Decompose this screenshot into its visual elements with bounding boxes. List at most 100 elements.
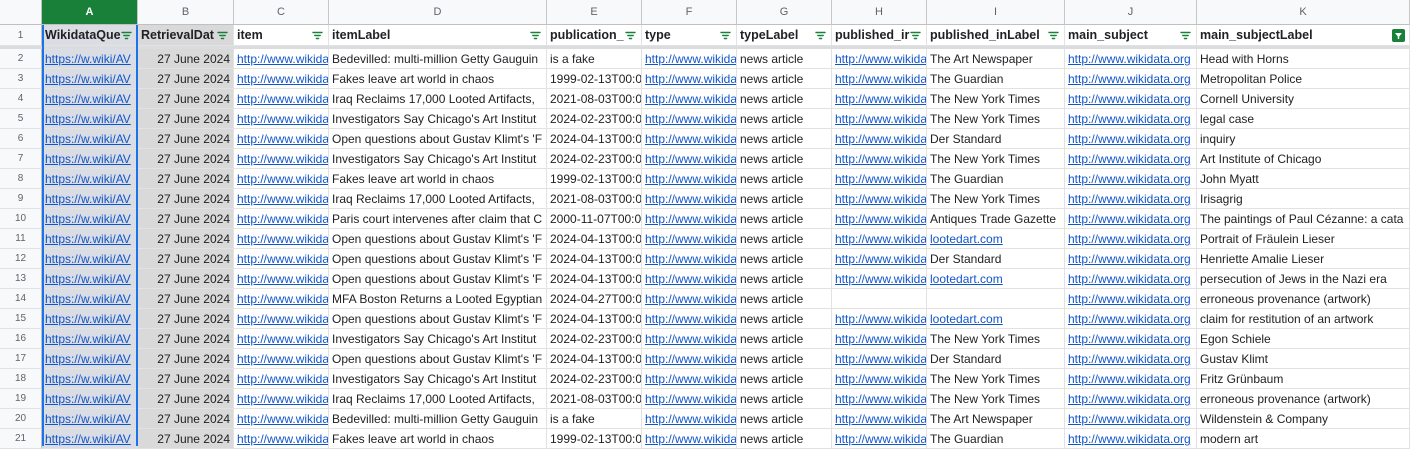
row-number[interactable]: 17 [0, 349, 42, 369]
column-letter-j[interactable]: J [1065, 0, 1197, 25]
cell-b[interactable]: 27 June 2024 [138, 429, 234, 449]
cell-g[interactable]: news article [737, 149, 832, 169]
cell-g[interactable]: news article [737, 189, 832, 209]
cell-h[interactable]: http://www.wikida [832, 89, 927, 109]
cell-h[interactable]: http://www.wikida [832, 389, 927, 409]
cell-j[interactable]: http://www.wikidata.org [1065, 309, 1197, 329]
cell-h[interactable]: http://www.wikida [832, 209, 927, 229]
cell-d[interactable]: Open questions about Gustav Klimt's 'F [329, 349, 547, 369]
cell-a[interactable]: https://w.wiki/AV [42, 409, 138, 429]
cell-g[interactable]: news article [737, 369, 832, 389]
cell-e[interactable]: 2024-04-13T00:0 [547, 309, 642, 329]
cell-i[interactable]: The New York Times [927, 369, 1065, 389]
cell-k[interactable]: Art Institute of Chicago [1197, 149, 1410, 169]
header-cell-i[interactable]: published_inLabel [927, 25, 1065, 46]
cell-link[interactable]: http://www.wikida [237, 132, 328, 146]
cell-link[interactable]: http://www.wikidata.org [1068, 52, 1191, 66]
cell-k[interactable]: The paintings of Paul Cézanne: a cata [1197, 209, 1410, 229]
cell-i[interactable]: The Guardian [927, 69, 1065, 89]
cell-c[interactable]: http://www.wikida [234, 269, 329, 289]
cell-k[interactable]: Irisagrig [1197, 189, 1410, 209]
column-letter-b[interactable]: B [138, 0, 234, 25]
cell-a[interactable]: https://w.wiki/AV [42, 109, 138, 129]
filter-icon[interactable] [529, 29, 542, 42]
cell-link[interactable]: http://www.wikida [645, 292, 736, 306]
row-number[interactable]: 19 [0, 389, 42, 409]
cell-d[interactable]: Investigators Say Chicago's Art Institut [329, 109, 547, 129]
row-number[interactable]: 5 [0, 109, 42, 129]
cell-link[interactable]: http://www.wikida [237, 172, 328, 186]
cell-link[interactable]: http://www.wikidata.org [1068, 252, 1191, 266]
filter-icon[interactable] [624, 29, 637, 42]
cell-k[interactable]: modern art [1197, 429, 1410, 449]
cell-b[interactable]: 27 June 2024 [138, 269, 234, 289]
cell-link[interactable]: http://www.wikidata.org [1068, 92, 1191, 106]
cell-f[interactable]: http://www.wikida [642, 309, 737, 329]
cell-h[interactable] [832, 289, 927, 309]
select-all-corner[interactable] [0, 0, 42, 25]
header-cell-j[interactable]: main_subject [1065, 25, 1197, 46]
cell-b[interactable]: 27 June 2024 [138, 209, 234, 229]
cell-link[interactable]: http://www.wikida [645, 232, 736, 246]
cell-f[interactable]: http://www.wikida [642, 149, 737, 169]
header-cell-b[interactable]: RetrievalDat [138, 25, 234, 46]
cell-b[interactable]: 27 June 2024 [138, 189, 234, 209]
cell-f[interactable]: http://www.wikida [642, 329, 737, 349]
cell-b[interactable]: 27 June 2024 [138, 409, 234, 429]
cell-f[interactable]: http://www.wikida [642, 109, 737, 129]
cell-k[interactable]: Egon Schiele [1197, 329, 1410, 349]
cell-link[interactable]: http://www.wikida [237, 212, 328, 226]
cell-j[interactable]: http://www.wikidata.org [1065, 169, 1197, 189]
header-cell-h[interactable]: published_ir [832, 25, 927, 46]
cell-b[interactable]: 27 June 2024 [138, 389, 234, 409]
cell-a[interactable]: https://w.wiki/AV [42, 129, 138, 149]
cell-i[interactable]: The New York Times [927, 89, 1065, 109]
cell-g[interactable]: news article [737, 289, 832, 309]
cell-j[interactable]: http://www.wikidata.org [1065, 369, 1197, 389]
cell-link[interactable]: http://www.wikida [645, 312, 736, 326]
cell-link[interactable]: https://w.wiki/AV [45, 92, 131, 106]
cell-link[interactable]: http://www.wikida [237, 392, 328, 406]
cell-i[interactable]: lootedart.com [927, 309, 1065, 329]
filter-icon[interactable] [120, 29, 133, 42]
cell-d[interactable]: Investigators Say Chicago's Art Institut [329, 329, 547, 349]
cell-i[interactable]: Antiques Trade Gazette [927, 209, 1065, 229]
cell-c[interactable]: http://www.wikida [234, 369, 329, 389]
filter-icon[interactable] [814, 29, 827, 42]
cell-c[interactable]: http://www.wikida [234, 209, 329, 229]
cell-d[interactable]: MFA Boston Returns a Looted Egyptian [329, 289, 547, 309]
cell-e[interactable]: 2021-08-03T00:0 [547, 389, 642, 409]
cell-g[interactable]: news article [737, 349, 832, 369]
cell-b[interactable]: 27 June 2024 [138, 369, 234, 389]
cell-link[interactable]: http://www.wikida [237, 292, 328, 306]
cell-b[interactable]: 27 June 2024 [138, 329, 234, 349]
row-number[interactable]: 9 [0, 189, 42, 209]
cell-i[interactable]: The Art Newspaper [927, 409, 1065, 429]
cell-g[interactable]: news article [737, 249, 832, 269]
cell-i[interactable]: lootedart.com [927, 269, 1065, 289]
cell-f[interactable]: http://www.wikida [642, 169, 737, 189]
cell-link[interactable]: http://www.wikida [645, 272, 736, 286]
cell-d[interactable]: Paris court intervenes after claim that … [329, 209, 547, 229]
cell-link[interactable]: http://www.wikida [835, 412, 926, 426]
cell-link[interactable]: https://w.wiki/AV [45, 352, 131, 366]
cell-c[interactable]: http://www.wikida [234, 249, 329, 269]
cell-link[interactable]: https://w.wiki/AV [45, 432, 131, 446]
cell-j[interactable]: http://www.wikidata.org [1065, 329, 1197, 349]
cell-link[interactable]: https://w.wiki/AV [45, 392, 131, 406]
cell-e[interactable]: 1999-02-13T00:0 [547, 69, 642, 89]
cell-i[interactable]: lootedart.com [927, 229, 1065, 249]
cell-h[interactable]: http://www.wikida [832, 109, 927, 129]
cell-link[interactable]: https://w.wiki/AV [45, 132, 131, 146]
cell-link[interactable]: http://www.wikida [835, 52, 926, 66]
cell-i[interactable]: The New York Times [927, 329, 1065, 349]
cell-link[interactable]: http://www.wikida [645, 352, 736, 366]
cell-b[interactable]: 27 June 2024 [138, 89, 234, 109]
cell-h[interactable]: http://www.wikida [832, 229, 927, 249]
cell-k[interactable]: Cornell University [1197, 89, 1410, 109]
cell-link[interactable]: https://w.wiki/AV [45, 72, 131, 86]
cell-link[interactable]: http://www.wikida [835, 372, 926, 386]
filter-icon[interactable] [909, 29, 922, 42]
filter-icon[interactable] [1047, 29, 1060, 42]
cell-g[interactable]: news article [737, 429, 832, 449]
